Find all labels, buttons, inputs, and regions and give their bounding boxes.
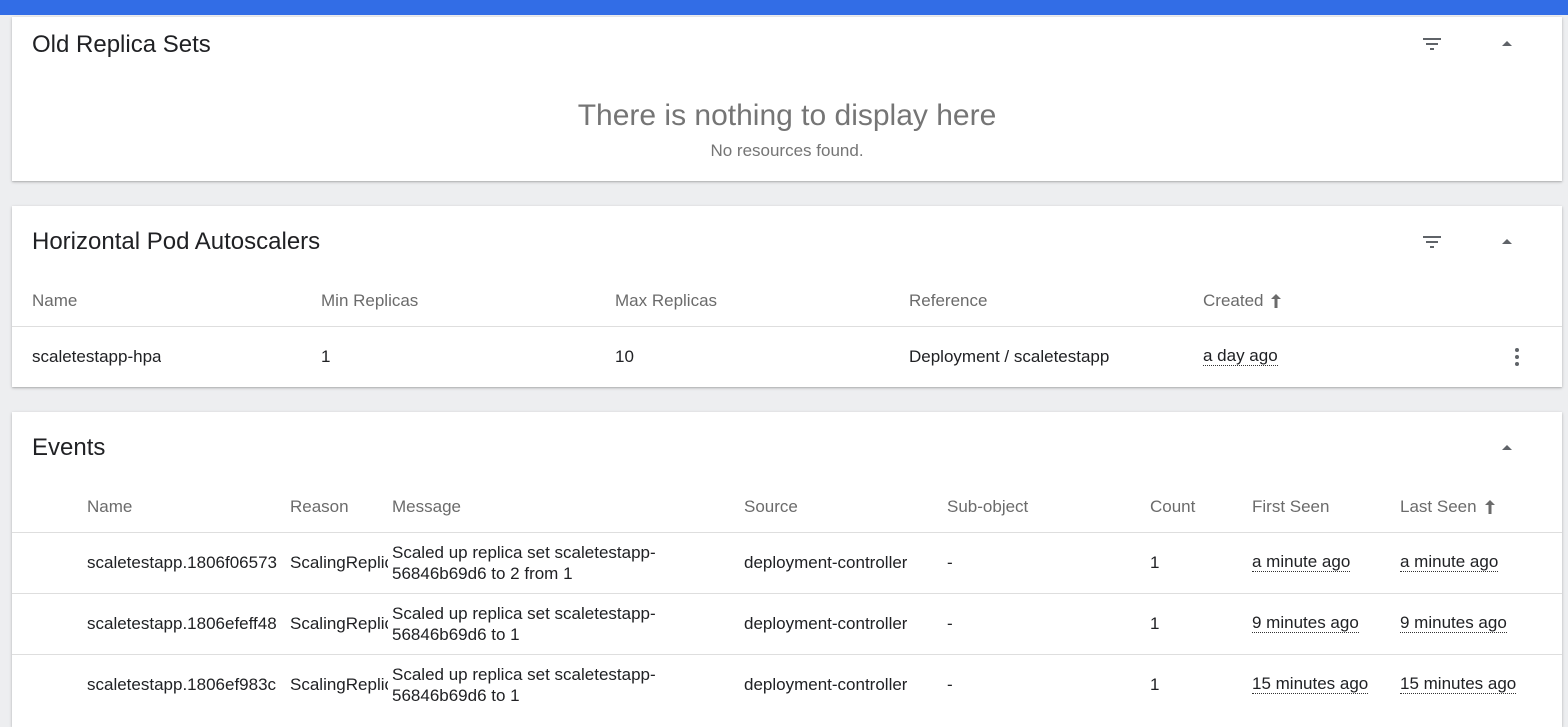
empty-state-title: There is nothing to display here [577,99,997,132]
event-sub-object: - [947,553,953,572]
event-last-seen: 9 minutes ago [1400,613,1507,633]
card-title: Horizontal Pod Autoscalers [32,228,321,255]
sort-ascending-icon [1484,500,1495,514]
top-app-bar [0,0,1568,15]
event-reason: ScalingReplicaSet [290,614,388,633]
event-count: 1 [1150,553,1160,572]
relative-time: a day ago [1203,346,1278,366]
sort-ascending-icon [1271,294,1282,308]
relative-time: 9 minutes ago [1400,613,1507,633]
more-vert-icon[interactable] [1501,341,1533,373]
event-first-seen: a minute ago [1252,552,1351,572]
column-header-last-seen[interactable]: Last Seen [1400,497,1497,517]
relative-time: 9 minutes ago [1252,613,1359,633]
relative-time: a minute ago [1252,552,1351,572]
collapse-arrow-icon[interactable] [1491,432,1523,464]
card-title: Old Replica Sets [32,31,211,58]
event-sub-object: - [947,614,953,633]
table-row[interactable]: scaletestapp-hpa 1 10 Deployment / scale… [12,327,1562,387]
table-row[interactable]: scaletestapp.1806ef983c ScalingReplicaSe… [12,655,1562,716]
hpa-name[interactable]: scaletestapp-hpa [32,347,161,367]
hpa-max-replicas: 10 [615,347,634,366]
column-header-created[interactable]: Created [1203,291,1283,311]
column-header-last-seen-label: Last Seen [1400,497,1477,516]
event-message: Scaled up replica set scaletestapp-56846… [392,665,656,705]
event-source: deployment-controller [744,553,908,572]
event-count: 1 [1150,675,1160,694]
event-reason: ScalingReplicaSet [290,553,388,572]
column-header-max-replicas[interactable]: Max Replicas [615,291,717,311]
relative-time: 15 minutes ago [1400,674,1517,694]
column-header-created-label: Created [1203,291,1264,310]
hpa-card: Horizontal Pod Autoscalers Name Min Repl… [12,206,1562,387]
column-header-sub-object[interactable]: Sub-object [947,497,1028,517]
column-header-count[interactable]: Count [1150,497,1195,517]
column-header-reason[interactable]: Reason [290,497,349,517]
event-message: Scaled up replica set scaletestapp-56846… [392,543,656,583]
filter-icon[interactable] [1416,226,1448,258]
column-header-name[interactable]: Name [32,291,77,311]
filter-icon[interactable] [1416,28,1448,60]
column-header-reference[interactable]: Reference [909,291,987,311]
event-first-seen: 9 minutes ago [1252,613,1359,633]
event-last-seen: a minute ago [1400,552,1499,572]
event-last-seen: 15 minutes ago [1400,674,1517,694]
event-first-seen: 15 minutes ago [1252,674,1369,694]
event-message: Scaled up replica set scaletestapp-56846… [392,604,656,644]
column-header-name[interactable]: Name [87,497,132,517]
relative-time: a minute ago [1400,552,1499,572]
event-source: deployment-controller [744,675,908,694]
hpa-min-replicas: 1 [321,347,331,366]
hpa-created: a day ago [1203,346,1278,366]
column-header-first-seen[interactable]: First Seen [1252,497,1329,517]
column-header-message[interactable]: Message [392,497,461,517]
column-header-min-replicas[interactable]: Min Replicas [321,291,418,311]
event-name[interactable]: scaletestapp.1806efeff48 [87,614,287,634]
hpa-reference[interactable]: Deployment / scaletestapp [909,347,1109,367]
event-name[interactable]: scaletestapp.1806ef983c [87,675,287,695]
event-count: 1 [1150,614,1160,633]
event-sub-object: - [947,675,953,694]
column-header-source[interactable]: Source [744,497,798,517]
collapse-arrow-icon[interactable] [1491,28,1523,60]
event-name[interactable]: scaletestapp.1806f06573 [87,553,287,573]
card-title: Events [32,434,106,461]
table-row[interactable]: scaletestapp.1806efeff48 ScalingReplicaS… [12,594,1562,655]
empty-state-subtitle: No resources found. [710,141,864,160]
collapse-arrow-icon[interactable] [1491,226,1523,258]
table-row[interactable]: scaletestapp.1806f06573 ScalingReplicaSe… [12,533,1562,594]
relative-time: 15 minutes ago [1252,674,1369,694]
event-source: deployment-controller [744,614,908,633]
old-replica-sets-card: Old Replica Sets There is nothing to dis… [12,17,1562,181]
event-reason: ScalingReplicaSet [290,675,388,694]
events-card: Events Name Reason Message Source Sub-ob… [12,412,1562,727]
